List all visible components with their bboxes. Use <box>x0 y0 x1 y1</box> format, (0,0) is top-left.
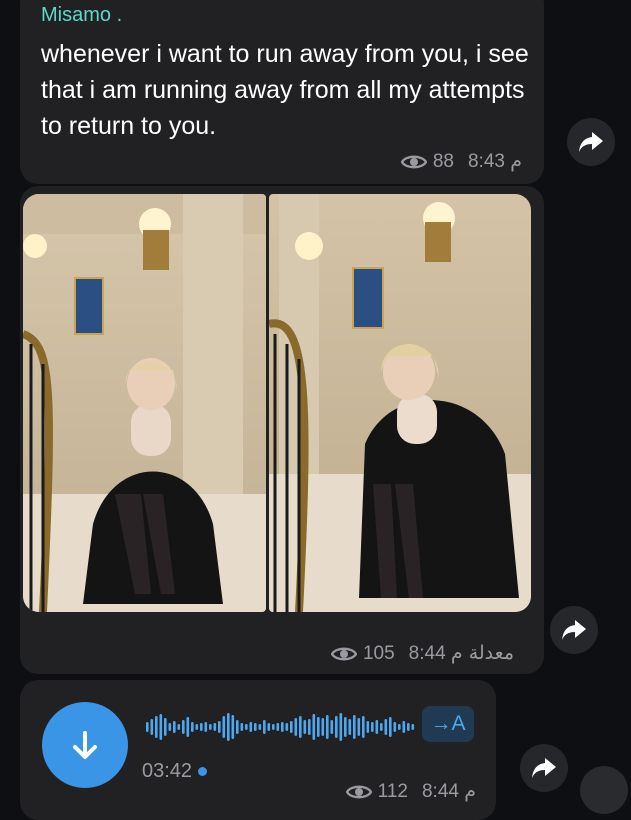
message-text: whenever i want to run away from you, i … <box>41 40 529 140</box>
waveform-bar <box>240 723 244 731</box>
waveform-bar <box>312 714 316 740</box>
waveform-bar <box>227 713 230 741</box>
waveform-bar <box>407 723 410 731</box>
waveform-bar <box>173 721 176 733</box>
photo-message-bubble[interactable]: 105 م 8:44 معدلة <box>20 186 544 674</box>
waveform-bar <box>299 716 302 738</box>
sender-name[interactable]: Misamo . <box>41 4 122 27</box>
share-arrow-icon <box>579 132 603 152</box>
waveform-bar <box>294 718 298 736</box>
waveform-bar <box>146 722 149 732</box>
waveform-bar <box>218 721 221 733</box>
view-count: 88 <box>432 150 454 172</box>
eye-icon <box>400 155 427 168</box>
waveform-bar <box>357 718 361 736</box>
voice-message-bubble[interactable]: →A 03:42 112 م 8:44 <box>20 680 496 820</box>
waveform-bar <box>155 716 158 738</box>
waveform-bar <box>177 724 181 730</box>
waveform-bar <box>159 714 163 740</box>
waveform-bar <box>254 723 257 731</box>
waveform-bar <box>317 717 320 737</box>
waveform-bar <box>353 715 356 739</box>
waveform-bar <box>213 723 217 731</box>
forward-button[interactable] <box>550 606 598 654</box>
waveform-bar <box>389 717 392 737</box>
waveform-bar <box>371 722 374 732</box>
message-meta: 88 م 8:43 <box>400 150 522 173</box>
forward-button[interactable] <box>567 118 615 166</box>
waveform-bar <box>272 724 275 730</box>
photo-2-image <box>269 194 531 612</box>
waveform-bar <box>380 723 383 731</box>
view-count: 112 <box>377 780 408 802</box>
waveform-bar <box>164 718 167 736</box>
waveform-bar <box>191 722 194 732</box>
waveform-bar <box>362 716 365 738</box>
waveform-bar <box>326 715 329 739</box>
view-count: 105 <box>362 642 395 664</box>
waveform-bar <box>402 721 406 733</box>
waveform-bar <box>303 720 307 734</box>
waveform-bar <box>384 719 388 735</box>
waveform-bar <box>258 724 262 730</box>
waveform-bar <box>209 724 212 730</box>
scroll-down-button[interactable] <box>580 766 628 814</box>
unplayed-dot <box>198 767 208 776</box>
share-arrow-icon <box>562 620 586 640</box>
down-arrow-icon <box>73 731 97 759</box>
waveform-bar <box>204 722 208 732</box>
waveform-bar <box>182 720 185 734</box>
message-meta: 105 م 8:44 معدلة <box>330 642 514 665</box>
waveform-bar <box>150 719 154 735</box>
waveform-bar <box>267 723 271 731</box>
edited-label: معدلة <box>468 643 514 664</box>
waveform-bar <box>249 722 253 732</box>
photo-1-image <box>23 194 266 612</box>
waveform-bar <box>245 724 248 730</box>
waveform-bar <box>348 719 352 735</box>
waveform-bar <box>339 713 343 741</box>
waveform-bar <box>330 720 334 734</box>
message-time: م 8:43 <box>467 151 522 172</box>
waveform-bar <box>375 720 379 734</box>
photo-2[interactable] <box>269 194 531 612</box>
waveform-bar <box>335 716 338 738</box>
waveform-bar <box>200 723 203 731</box>
waveform-bar <box>276 723 280 731</box>
waveform-bar <box>393 722 397 732</box>
share-arrow-icon <box>532 758 556 778</box>
forward-button[interactable] <box>520 744 568 792</box>
waveform[interactable] <box>146 710 416 744</box>
waveform-bar <box>236 720 239 734</box>
waveform-bar <box>344 717 347 737</box>
waveform-bar <box>186 717 190 737</box>
waveform-bar <box>366 721 370 733</box>
waveform-bar <box>231 715 235 739</box>
waveform-bar <box>263 720 266 734</box>
waveform-bar <box>285 723 289 731</box>
waveform-bar <box>281 722 284 732</box>
voice-duration: 03:42 <box>142 760 208 783</box>
waveform-bar <box>398 724 401 730</box>
eye-icon <box>345 785 372 798</box>
photo-1[interactable] <box>23 194 266 612</box>
waveform-bar <box>290 721 293 733</box>
waveform-bar <box>321 718 325 736</box>
waveform-bar <box>195 724 199 730</box>
message-time: م 8:44 <box>408 643 463 664</box>
eye-icon <box>330 647 357 660</box>
waveform-bar <box>411 724 415 730</box>
waveform-bar <box>308 719 311 735</box>
text-message-bubble[interactable]: Misamo . whenever i want to run away fro… <box>20 0 544 184</box>
transcribe-button[interactable]: →A <box>422 706 474 742</box>
duration-text: 03:42 <box>142 760 193 782</box>
waveform-bar <box>168 723 172 731</box>
download-button[interactable] <box>42 702 128 788</box>
waveform-bar <box>222 716 226 738</box>
